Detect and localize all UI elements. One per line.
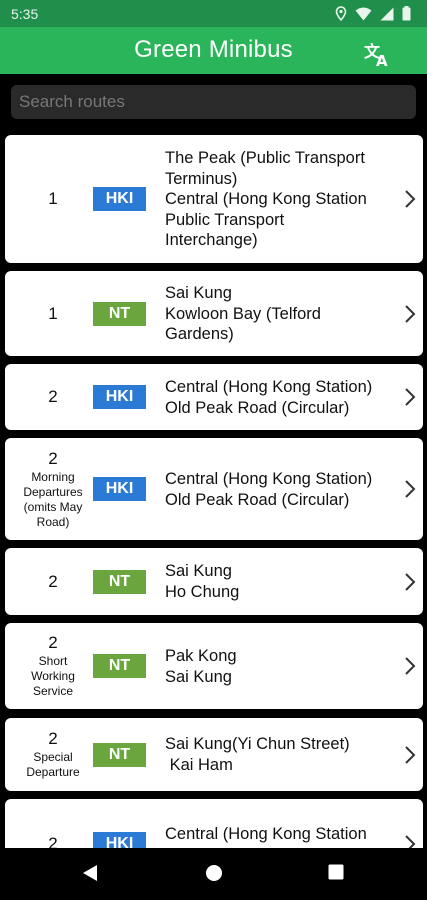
navigation-bar: [0, 848, 427, 900]
route-number: 1: [48, 189, 58, 208]
destination-line: Old Peak Road (Circular): [165, 490, 350, 509]
region-badge: NT: [93, 570, 146, 594]
route-number-column: 2 Short Working Service: [5, 623, 101, 709]
route-number-column: 2: [5, 364, 101, 430]
route-destinations: Central (Hong Kong Station) Old Peak Road…: [165, 469, 391, 510]
home-icon[interactable]: [205, 864, 223, 882]
svg-text:A: A: [376, 52, 388, 68]
region-badge: HKI: [93, 187, 146, 211]
search-input[interactable]: [11, 85, 416, 119]
region-badge: NT: [93, 743, 146, 767]
recents-icon[interactable]: [328, 864, 344, 880]
battery-icon: [402, 6, 411, 21]
route-description-line: Service: [32, 684, 73, 698]
region-badge: NT: [93, 302, 146, 326]
route-description-line: Special: [33, 750, 73, 764]
status-bar: 5:35: [0, 0, 427, 27]
route-card[interactable]: 2 HKI Central (Hong Kong StationPublic Tra…: [5, 799, 423, 848]
route-destinations: Central (Hong Kong StationPublic Transpo…: [165, 824, 391, 848]
region-badge: NT: [93, 654, 146, 678]
destination-line: Kowloon Bay (Telford: [165, 304, 321, 323]
destination-line: Terminus): [165, 169, 238, 188]
route-number-column: 1: [5, 135, 101, 263]
chevron-right-icon[interactable]: [403, 744, 417, 766]
route-destinations: The Peak (Public Transport Terminus) Centr…: [165, 148, 391, 251]
region-badge: HKI: [93, 385, 146, 409]
route-description: Special Departure: [26, 750, 79, 780]
route-number: 2: [48, 729, 58, 748]
destination-line: Ho Chung: [165, 582, 240, 601]
route-number: 2: [48, 448, 58, 468]
route-card[interactable]: 2 Morning Departures (omits May Road) HKI Cent…: [5, 438, 423, 540]
chevron-right-icon[interactable]: [403, 303, 417, 325]
route-description: Short Working Service: [31, 654, 75, 699]
route-number-column: 2 Special Departure: [5, 718, 101, 791]
translate-icon[interactable]: 文 A: [363, 40, 391, 68]
chevron-right-icon[interactable]: [403, 188, 417, 210]
location-icon: [335, 6, 347, 21]
destination-line: Public Transport: [165, 210, 285, 229]
destination-line: Sai Kung: [165, 284, 232, 302]
route-card[interactable]: 1 NT Sai Kung Kowloon Bay (Telford Gardens): [5, 271, 423, 356]
back-icon[interactable]: [82, 864, 98, 882]
route-card[interactable]: 2 Short Working Service NT Pak Kong Sai Kung: [5, 623, 423, 709]
route-card[interactable]: 1 HKI The Peak (Public Transport Terminus) C…: [5, 135, 423, 263]
route-destinations: Central (Hong Kong Station) Old Peak Road…: [165, 377, 391, 418]
status-time: 5:35: [11, 6, 39, 22]
route-number-column: 1: [5, 271, 101, 356]
destination-line: Sai Kung(Yi Chun Street): [165, 735, 350, 753]
route-description-line: Morning: [31, 469, 75, 484]
search-bar: [11, 85, 416, 119]
region-badge: HKI: [93, 477, 146, 501]
wifi-icon: [355, 7, 372, 20]
route-number: 2: [48, 834, 58, 848]
route-number-column: 2: [5, 548, 101, 615]
signal-icon: [380, 7, 394, 20]
route-number: 2: [48, 571, 58, 591]
chevron-right-icon[interactable]: [403, 571, 417, 593]
route-description-line: Departures: [23, 484, 83, 499]
route-number-column: 2: [5, 799, 101, 848]
route-description-line: Short: [38, 654, 68, 668]
chevron-right-icon[interactable]: [403, 386, 417, 408]
route-description-line: Departure: [26, 765, 80, 779]
route-description-line: Working: [31, 669, 75, 683]
route-number-column: 2 Morning Departures (omits May Road): [5, 438, 101, 540]
destination-line: Kai Ham: [165, 755, 233, 774]
destination-line: Gardens): [165, 325, 234, 343]
route-card[interactable]: 2 HKI Central (Hong Kong Station) Old Peak …: [5, 364, 423, 430]
route-number: 1: [48, 303, 58, 323]
destination-line: Central (Hong Kong Station): [165, 470, 373, 488]
app-bar: Green Minibus 文 A: [0, 27, 427, 74]
region-badge: HKI: [93, 832, 146, 848]
destination-line: Pak Kong: [165, 647, 237, 665]
chevron-right-icon[interactable]: [403, 655, 417, 677]
route-description-line: (omits May: [23, 499, 83, 514]
route-card[interactable]: 2 Special Departure NT Sai Kung(Yi Chun Stre…: [5, 718, 423, 791]
route-number: 2: [48, 387, 58, 406]
route-destinations: Sai Kung Ho Chung: [165, 561, 391, 602]
route-number: 2: [48, 633, 58, 652]
destination-line: The Peak (Public Transport: [165, 149, 365, 167]
route-card[interactable]: 2 NT Sai Kung Ho Chung: [5, 548, 423, 615]
route-list[interactable]: 1 HKI The Peak (Public Transport Terminus) C…: [0, 128, 427, 848]
route-destinations: Sai Kung(Yi Chun Street) Kai Ham: [165, 734, 391, 775]
destination-line: Sai Kung: [165, 667, 232, 686]
destination-line: Interchange): [165, 231, 258, 249]
chevron-right-icon[interactable]: [403, 478, 417, 500]
destination-line: Old Peak Road (Circular): [165, 398, 350, 417]
route-destinations: Pak Kong Sai Kung: [165, 646, 391, 687]
destination-line: Central (Hong Kong Station: [165, 190, 367, 208]
destination-line: Central (Hong Kong Station: [165, 825, 367, 843]
destination-line: Sai Kung: [165, 562, 232, 580]
route-description-line: Road): [36, 514, 70, 529]
chevron-right-icon[interactable]: [403, 833, 417, 848]
destination-line: Central (Hong Kong Station): [165, 378, 373, 396]
route-description: Morning Departures (omits May Road): [23, 470, 82, 530]
route-destinations: Sai Kung Kowloon Bay (Telford Gardens): [165, 283, 391, 345]
